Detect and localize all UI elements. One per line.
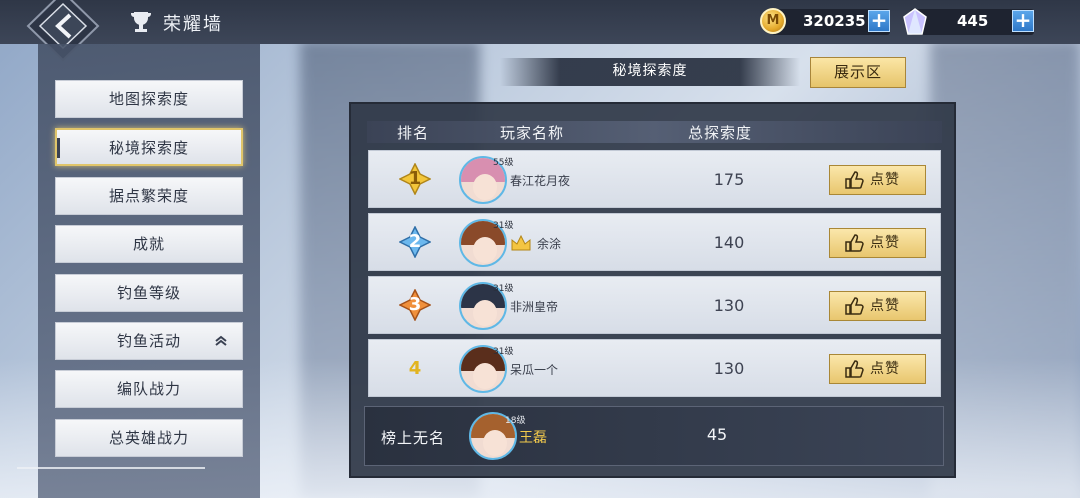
add-gem-button[interactable]: + <box>1012 10 1034 32</box>
player-level: 31级 <box>493 221 514 231</box>
rank-number: 1 <box>408 168 422 189</box>
unranked-label: 榜上无名 <box>381 429 446 447</box>
coin-icon: M <box>760 8 786 34</box>
like-label: 点赞 <box>870 235 900 251</box>
table-row: 2 31级 余涂 140 点赞 <box>368 213 941 271</box>
player-level: 55级 <box>493 158 514 168</box>
page-title: 荣耀墙 <box>163 14 223 35</box>
my-rank-row: 榜上无名 18级 王磊 45 <box>364 406 944 466</box>
sidebar-item-secret-realm-exploration[interactable]: 秘境探索度 <box>55 128 243 166</box>
column-total-exploration: 总探索度 <box>688 124 753 142</box>
sidebar-item-team-power[interactable]: 编队战力 <box>55 370 243 408</box>
column-player-name: 玩家名称 <box>500 124 565 142</box>
like-button[interactable]: 点赞 <box>829 291 926 321</box>
player-name: 非洲皇帝 <box>510 300 559 314</box>
player-score: 130 <box>713 359 745 378</box>
table-row: 1 55级 春江花月夜 175 点赞 <box>368 150 941 208</box>
crystal-icon <box>903 8 927 35</box>
chevron-up-icon <box>215 335 227 346</box>
thumbs-up-icon <box>845 297 864 315</box>
thumbs-up-icon <box>845 234 864 252</box>
sidebar-item-map-exploration[interactable]: 地图探索度 <box>55 80 243 118</box>
sidebar-item-achievements[interactable]: 成就 <box>55 225 243 263</box>
player-name: 王磊 <box>519 430 547 446</box>
leaderboard-panel: 排名 玩家名称 总探索度 1 55级 春江花月夜 175 点赞 2 31级 余涂… <box>349 102 956 478</box>
section-title: 秘境探索度 <box>500 58 800 86</box>
like-label: 点赞 <box>870 361 900 377</box>
rank-number: 2 <box>408 231 422 252</box>
player-score: 175 <box>713 170 745 189</box>
add-coin-button[interactable]: + <box>868 10 890 32</box>
table-row: 4 31级 呆瓜一个 130 点赞 <box>368 339 941 397</box>
like-label: 点赞 <box>870 172 900 188</box>
thumbs-up-icon <box>845 360 864 378</box>
player-score: 130 <box>713 296 745 315</box>
gem-amount: 445 <box>957 12 989 30</box>
sidebar-divider <box>17 467 205 469</box>
like-button[interactable]: 点赞 <box>829 354 926 384</box>
sidebar-item-total-hero-power[interactable]: 总英雄战力 <box>55 419 243 457</box>
sidebar-item-label: 钓鱼活动 <box>116 332 181 350</box>
like-button[interactable]: 点赞 <box>829 228 926 258</box>
player-level: 31级 <box>493 347 514 357</box>
column-rank: 排名 <box>397 124 430 142</box>
sidebar-item-outpost-prosperity[interactable]: 据点繁荣度 <box>55 177 243 215</box>
trophy-icon <box>131 12 151 32</box>
rank-number: 4 <box>408 358 422 379</box>
player-name: 春江花月夜 <box>510 174 571 188</box>
like-button[interactable]: 点赞 <box>829 165 926 195</box>
player-score: 45 <box>706 425 728 444</box>
player-score: 140 <box>713 233 745 252</box>
player-name: 呆瓜一个 <box>510 363 559 377</box>
like-label: 点赞 <box>870 298 900 314</box>
crown-icon <box>511 234 531 251</box>
table-row: 3 31级 非洲皇帝 130 点赞 <box>368 276 941 334</box>
sidebar-item-fishing-level[interactable]: 钓鱼等级 <box>55 274 243 312</box>
coin-amount: 320235 <box>803 12 866 30</box>
showcase-button[interactable]: 展示区 <box>810 57 906 88</box>
player-level: 18级 <box>505 416 526 426</box>
rank-number: 3 <box>408 294 422 315</box>
player-level: 31级 <box>493 284 514 294</box>
sidebar: 地图探索度 秘境探索度 据点繁荣度 成就 钓鱼等级 钓鱼活动 编队战力 总英雄战… <box>38 44 260 498</box>
sidebar-item-fishing-event[interactable]: 钓鱼活动 <box>55 322 243 360</box>
player-name: 余涂 <box>537 237 562 251</box>
thumbs-up-icon <box>845 171 864 189</box>
table-header: 排名 玩家名称 总探索度 <box>367 121 942 143</box>
